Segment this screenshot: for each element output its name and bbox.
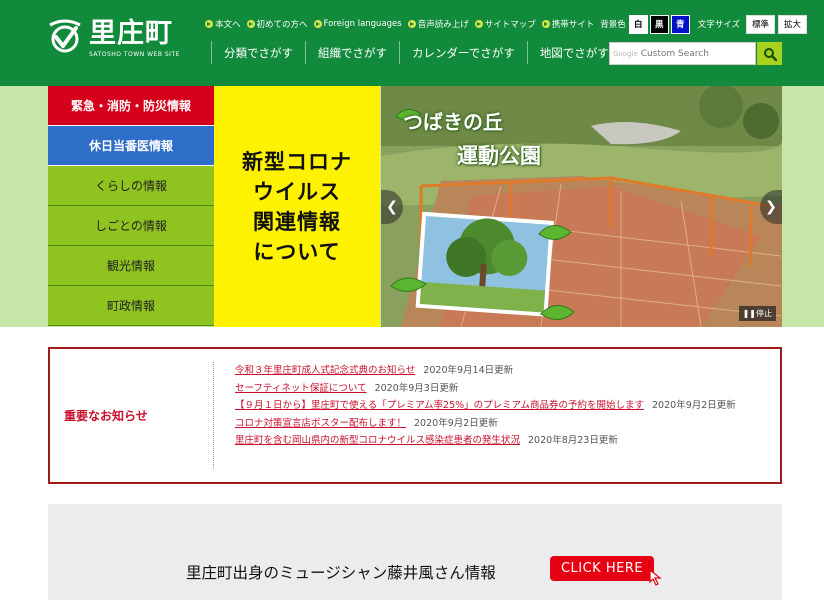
search-box: Google xyxy=(609,42,756,65)
search-icon xyxy=(763,47,777,61)
slider-pause-button[interactable]: ❚❚停止 xyxy=(738,306,776,321)
corona-line-1: 新型コロナ xyxy=(242,149,352,174)
util-link-first-visit[interactable]: 初めての方へ xyxy=(246,18,308,30)
pause-icon: ❚❚ xyxy=(742,309,756,318)
corona-line-3: 関連情報 xyxy=(253,209,341,234)
menu-holiday-doctor[interactable]: 休日当番医情報 xyxy=(48,126,214,166)
util-link-read-aloud[interactable]: 音声読み上げ xyxy=(407,18,469,30)
google-label: Google xyxy=(613,49,638,58)
util-link-label: 携帯サイト xyxy=(551,20,595,30)
notice-item: 里庄町を含む岡山県内の新型コロナウイルス感染症患者の発生状況 2020年8月23日… xyxy=(235,432,770,450)
search-button[interactable] xyxy=(757,42,782,65)
bg-blue-button[interactable]: 青 xyxy=(670,14,690,34)
logo-mark-icon xyxy=(47,19,83,55)
notice-link[interactable]: 里庄町を含む岡山県内の新型コロナウイルス感染症患者の発生状況 xyxy=(235,435,520,446)
menu-emergency[interactable]: 緊急・消防・防災情報 xyxy=(48,86,214,126)
bg-color-label: 背景色 xyxy=(600,20,626,30)
utility-bar: 本文へ 初めての方へ Foreign languages 音声読み上げ サイトマ… xyxy=(205,14,808,34)
photo-slider[interactable]: つばきの丘 運動公園 ❮ ❯ ❚❚停止 xyxy=(381,86,782,327)
notice-link[interactable]: 令和３年里庄町成人式記念式典のお知らせ xyxy=(235,365,415,376)
pause-label: 停止 xyxy=(756,309,772,318)
util-link-main-content[interactable]: 本文へ xyxy=(205,18,241,30)
util-link-label: サイトマップ xyxy=(484,20,536,30)
corona-info-banner[interactable]: 新型コロナ ウイルス 関連情報 について xyxy=(214,86,380,327)
menu-living[interactable]: くらしの情報 xyxy=(48,166,214,206)
notice-item: セーフティネット保証について 2020年9月3日更新 xyxy=(235,380,770,398)
notice-heading: 重要なお知らせ xyxy=(64,409,148,423)
global-nav: 分類でさがす 組織でさがす カレンダーでさがす 地図でさがす xyxy=(211,41,621,64)
notice-link[interactable]: 【９月１日から】里庄町で使える「プレミアム率25%」のプレミアム商品券の予約を開… xyxy=(235,400,644,411)
font-standard-button[interactable]: 標準 xyxy=(746,14,776,34)
util-link-label: 本文へ xyxy=(215,20,241,30)
util-link-foreign-languages[interactable]: Foreign languages xyxy=(313,19,402,29)
logo-title: 里庄町 xyxy=(89,18,173,49)
notice-date: 2020年9月2日更新 xyxy=(414,417,498,429)
font-size-label: 文字サイズ xyxy=(697,20,741,30)
notice-link[interactable]: セーフティネット保証について xyxy=(235,383,367,394)
site-logo[interactable]: 里庄町 SATOSHO TOWN WEB SITE xyxy=(47,19,187,63)
pointer-cursor-icon xyxy=(649,568,662,586)
arrow-bullet-icon xyxy=(246,20,255,28)
notice-item: コロナ対策宣言店ポスター配布します！ 2020年9月2日更新 xyxy=(235,415,770,433)
fujii-kaze-banner[interactable]: 里庄町出身のミュージシャン藤井風さん情報 CLICK HERE xyxy=(48,504,782,600)
util-link-label: Foreign languages xyxy=(323,19,402,29)
arrow-bullet-icon xyxy=(205,20,213,28)
logo-subtitle: SATOSHO TOWN WEB SITE xyxy=(89,51,180,58)
slide-title-line2: 運動公園 xyxy=(457,144,541,168)
nav-category[interactable]: 分類でさがす xyxy=(211,41,305,64)
notice-link[interactable]: コロナ対策宣言店ポスター配布します！ xyxy=(235,418,406,429)
arrow-bullet-icon xyxy=(407,20,416,28)
notice-date: 2020年9月2日更新 xyxy=(652,400,736,411)
menu-tourism[interactable]: 観光情報 xyxy=(48,246,214,286)
click-here-button[interactable]: CLICK HERE xyxy=(550,556,654,581)
util-link-sitemap[interactable]: サイトマップ xyxy=(474,18,536,30)
arrow-bullet-icon xyxy=(541,20,550,28)
chevron-right-icon: ❯ xyxy=(765,199,777,215)
bg-black-button[interactable]: 黒 xyxy=(649,14,669,34)
notice-divider xyxy=(213,362,214,469)
util-link-mobile-site[interactable]: 携帯サイト xyxy=(541,18,595,30)
nav-calendar[interactable]: カレンダーでさがす xyxy=(399,41,527,64)
notice-date: 2020年9月14日更新 xyxy=(423,365,514,376)
slide-title-line1: つばきの丘 xyxy=(403,110,503,134)
arrow-bullet-icon xyxy=(474,20,483,28)
notice-date: 2020年9月3日更新 xyxy=(374,382,459,394)
search-input[interactable] xyxy=(640,48,741,59)
site-header: 里庄町 SATOSHO TOWN WEB SITE 本文へ 初めての方へ For… xyxy=(0,0,824,86)
notice-date: 2020年8月23日更新 xyxy=(528,435,618,446)
notice-list: 令和３年里庄町成人式記念式典のお知らせ 2020年9月14日更新 セーフティネット… xyxy=(235,362,770,450)
arrow-bullet-icon xyxy=(313,20,322,28)
menu-town-government[interactable]: 町政情報 xyxy=(48,286,214,326)
util-link-label: 音声読み上げ xyxy=(417,20,469,30)
notice-item: 令和３年里庄町成人式記念式典のお知らせ 2020年9月14日更新 xyxy=(235,362,770,380)
font-large-button[interactable]: 拡大 xyxy=(778,14,808,34)
nav-organization[interactable]: 組織でさがす xyxy=(305,41,399,64)
corona-line-2: ウイルス xyxy=(253,179,341,204)
notice-item: 【９月１日から】里庄町で使える「プレミアム率25%」のプレミアム商品券の予約を開… xyxy=(235,397,770,415)
banner-text: 里庄町出身のミュージシャン藤井風さん情報 xyxy=(186,564,496,582)
nav-map[interactable]: 地図でさがす xyxy=(526,41,621,64)
util-link-label: 初めての方へ xyxy=(256,20,308,30)
menu-work[interactable]: しごとの情報 xyxy=(48,206,214,246)
chevron-left-icon: ❮ xyxy=(386,199,398,215)
important-notices: 重要なお知らせ 令和３年里庄町成人式記念式典のお知らせ 2020年9月14日更新 … xyxy=(48,347,782,484)
bg-white-button[interactable]: 白 xyxy=(628,14,648,34)
side-menu: 緊急・消防・防災情報 休日当番医情報 くらしの情報 しごとの情報 観光情報 町政… xyxy=(48,86,214,327)
corona-line-4: について xyxy=(253,239,341,264)
